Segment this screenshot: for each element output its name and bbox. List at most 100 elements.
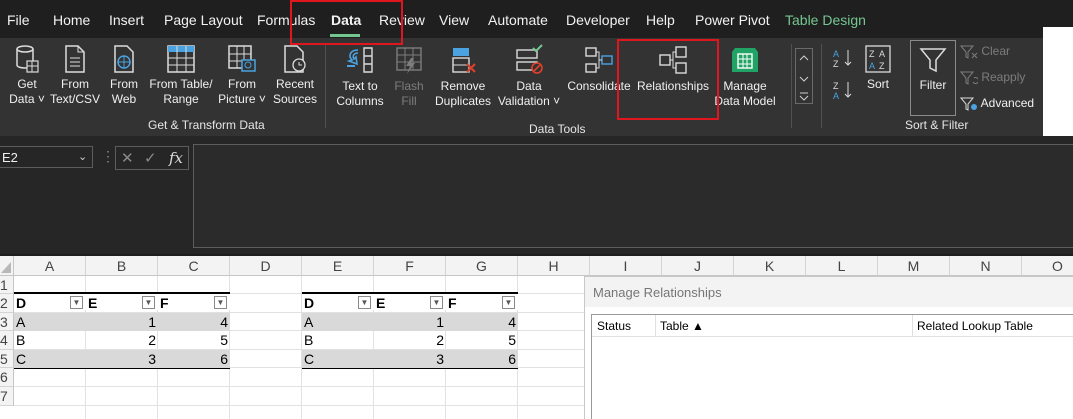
from-table-range-button[interactable]: From Table/ Range: [146, 44, 216, 107]
advanced-filter-button[interactable]: Advanced: [959, 96, 1034, 111]
column-header-status[interactable]: Status: [597, 319, 631, 333]
tab-page-layout[interactable]: Page Layout: [164, 12, 243, 28]
select-all-corner[interactable]: [0, 256, 14, 276]
table-cell[interactable]: B: [302, 331, 374, 349]
column-header-o[interactable]: O: [1022, 256, 1073, 276]
filter-dropdown-icon[interactable]: ▼: [142, 296, 155, 309]
text-to-columns-icon: [346, 47, 373, 73]
filter-dropdown-icon[interactable]: ▼: [70, 296, 83, 309]
column-header-d[interactable]: D: [230, 256, 302, 276]
column-header-j[interactable]: J: [662, 256, 734, 276]
table-cell[interactable]: A: [302, 313, 374, 331]
dialog-title-bar[interactable]: Manage Relationships: [585, 277, 1073, 307]
flash-fill-button[interactable]: Flash Fill: [391, 44, 427, 109]
column-header-l[interactable]: L: [806, 256, 878, 276]
row-header-3[interactable]: 3: [0, 313, 14, 331]
row-header-5[interactable]: 5: [0, 350, 14, 368]
manage-data-model-line2: Data Model: [714, 94, 776, 108]
tab-developer[interactable]: Developer: [566, 12, 630, 28]
table-cell[interactable]: B: [14, 331, 86, 349]
column-header-h[interactable]: H: [518, 256, 590, 276]
tab-home[interactable]: Home: [53, 12, 90, 28]
reapply-button[interactable]: Reapply: [959, 70, 1025, 85]
gallery-scroller[interactable]: [795, 48, 813, 104]
from-text-csv-line2: Text/CSV: [50, 92, 101, 106]
column-header-n[interactable]: N: [950, 256, 1022, 276]
manage-data-model-button[interactable]: Manage Data Model: [714, 44, 776, 109]
insert-function-button[interactable]: fx: [169, 149, 183, 167]
from-text-csv-button[interactable]: From Text/CSV: [50, 44, 100, 107]
table-cell[interactable]: A: [14, 313, 86, 331]
tab-automate[interactable]: Automate: [488, 12, 548, 28]
text-to-columns-button[interactable]: Text to Columns: [333, 44, 387, 109]
column-header-g[interactable]: G: [446, 256, 518, 276]
table1-header-f[interactable]: F: [158, 294, 171, 312]
column-header-table[interactable]: Table ▲: [660, 319, 704, 333]
sort-descending-button[interactable]: ZA: [832, 80, 854, 105]
filter-dropdown-icon[interactable]: ▼: [502, 296, 515, 309]
tab-table-design[interactable]: Table Design: [785, 12, 866, 28]
tab-power-pivot[interactable]: Power Pivot: [695, 12, 770, 28]
table2-header-d[interactable]: D: [302, 294, 316, 312]
filter-dropdown-icon[interactable]: ▼: [214, 296, 227, 309]
from-web-button[interactable]: From Web: [104, 44, 144, 107]
table-cell[interactable]: 1: [86, 313, 158, 331]
splitter-dots-icon[interactable]: ⋮: [101, 148, 115, 165]
column-header-b[interactable]: B: [86, 256, 158, 276]
chevron-down-icon[interactable]: ⌄: [78, 150, 87, 163]
tab-help[interactable]: Help: [646, 12, 675, 28]
enter-check-icon[interactable]: ✓: [144, 149, 157, 167]
table-cell[interactable]: 2: [374, 331, 446, 349]
tab-insert[interactable]: Insert: [109, 12, 144, 28]
clear-filter-button[interactable]: Clear: [959, 44, 1010, 59]
table2-header-e[interactable]: E: [374, 294, 387, 312]
filter-dropdown-icon[interactable]: ▼: [358, 296, 371, 309]
filter-dropdown-icon[interactable]: ▼: [430, 296, 443, 309]
table-cell[interactable]: 3: [86, 350, 158, 368]
table1-header-e[interactable]: E: [86, 294, 99, 312]
row-header-2[interactable]: 2: [0, 294, 14, 313]
tab-view[interactable]: View: [439, 12, 469, 28]
from-picture-button[interactable]: From Picture ˅: [216, 44, 268, 107]
cancel-icon[interactable]: ✕: [121, 149, 134, 167]
row-header-4[interactable]: 4: [0, 331, 14, 350]
filter-button[interactable]: Filter: [910, 40, 956, 116]
column-header-a[interactable]: A: [14, 256, 86, 276]
column-header-i[interactable]: I: [590, 256, 662, 276]
column-header-c[interactable]: C: [158, 256, 230, 276]
table-cell[interactable]: 6: [446, 350, 518, 368]
sort-ascending-button[interactable]: AZ: [832, 48, 854, 73]
column-header-m[interactable]: M: [878, 256, 950, 276]
table-cell[interactable]: 5: [446, 331, 518, 349]
recent-sources-button[interactable]: Recent Sources: [270, 44, 320, 107]
remove-duplicates-button[interactable]: Remove Duplicates: [433, 44, 493, 109]
data-validation-button[interactable]: Data Validation ˅: [494, 44, 564, 109]
table1-header-d[interactable]: D: [14, 294, 28, 312]
row-header-6[interactable]: 6: [0, 368, 14, 387]
column-header-e[interactable]: E: [302, 256, 374, 276]
table-cell[interactable]: 5: [158, 331, 230, 349]
table-cell[interactable]: 1: [374, 313, 446, 331]
tab-file[interactable]: File: [7, 12, 30, 28]
flash-fill-line2: Fill: [401, 94, 417, 108]
formula-input[interactable]: [193, 144, 1073, 248]
column-header-k[interactable]: K: [734, 256, 806, 276]
table-cell[interactable]: C: [302, 350, 374, 368]
column-header-related-lookup-table[interactable]: Related Lookup Table: [917, 319, 1033, 333]
get-data-button[interactable]: Get Data ˅: [6, 44, 48, 107]
table2-header-row: [302, 292, 518, 310]
table-cell[interactable]: 6: [158, 350, 230, 368]
row-header-7[interactable]: 7: [0, 387, 14, 406]
table-cell[interactable]: 4: [446, 313, 518, 331]
table-cell[interactable]: 4: [158, 313, 230, 331]
table-cell[interactable]: 2: [86, 331, 158, 349]
row-header-1[interactable]: 1: [0, 276, 14, 294]
table1-header-row: [14, 292, 230, 310]
gallery-arrows-icon: [799, 55, 809, 101]
column-header-f[interactable]: F: [374, 256, 446, 276]
table-cell[interactable]: C: [14, 350, 86, 368]
table2-header-f[interactable]: F: [446, 294, 459, 312]
relationships-list[interactable]: Status Table ▲ Related Lookup Table: [591, 314, 1073, 419]
table-cell[interactable]: 3: [374, 350, 446, 368]
sort-button[interactable]: ZAAZ Sort: [860, 44, 896, 92]
